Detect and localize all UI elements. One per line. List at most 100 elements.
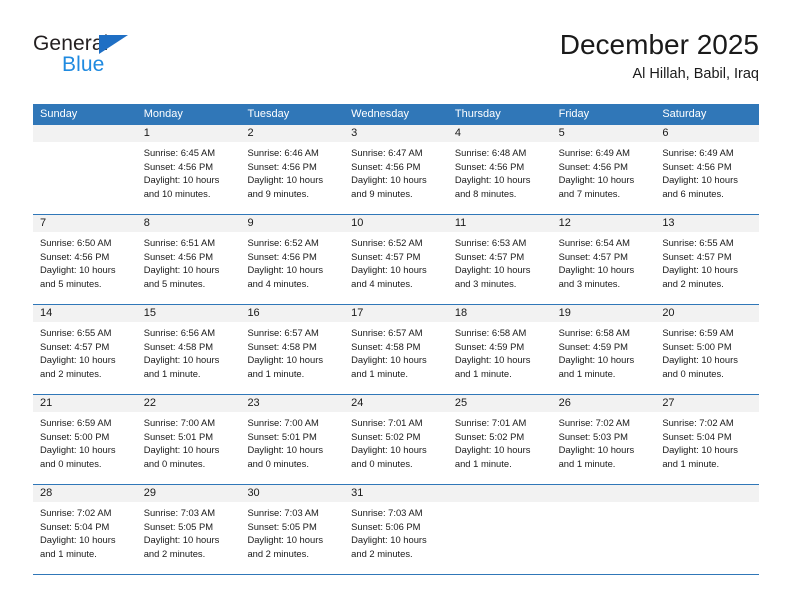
- sunrise-text: Sunrise: 6:50 AM: [40, 237, 112, 248]
- daylight-text-line2: and 1 minute.: [662, 457, 720, 469]
- week-row: 7 Sunrise: 6:50 AM Sunset: 4:56 PM Dayli…: [33, 215, 760, 305]
- daylight-text-line2: and 3 minutes.: [558, 277, 621, 289]
- day-cell[interactable]: 8 Sunrise: 6:51 AM Sunset: 4:56 PM Dayli…: [136, 215, 241, 304]
- daylight-text-line1: Daylight: 10 hours: [247, 534, 324, 546]
- day-cell[interactable]: 23 Sunrise: 7:00 AM Sunset: 5:01 PM Dayl…: [240, 395, 345, 484]
- daylight-text-line2: and 0 minutes.: [40, 457, 102, 469]
- day-cell[interactable]: 10 Sunrise: 6:52 AM Sunset: 4:57 PM Dayl…: [344, 215, 448, 304]
- day-number: 30: [240, 485, 345, 502]
- day-cell[interactable]: 18 Sunrise: 6:58 AM Sunset: 4:59 PM Dayl…: [447, 305, 552, 394]
- sunrise-text: Sunrise: 6:58 AM: [558, 327, 630, 338]
- daylight-text-line2: and 1 minute.: [558, 367, 616, 379]
- generalblue-logo[interactable]: General Blue: [33, 32, 233, 86]
- week-row: 14 Sunrise: 6:55 AM Sunset: 4:57 PM Dayl…: [33, 305, 760, 395]
- daylight-text-line1: Daylight: 10 hours: [558, 174, 635, 186]
- day-number: 1: [136, 125, 241, 142]
- sunset-text: Sunset: 4:56 PM: [143, 160, 214, 172]
- daylight-text-line2: and 1 minute.: [351, 367, 408, 379]
- sunrise-text: Sunrise: 6:59 AM: [662, 327, 734, 338]
- daylight-text-line2: and 1 minute.: [454, 367, 512, 379]
- day-number: 9: [240, 215, 345, 232]
- day-cell[interactable]: [447, 485, 552, 574]
- day-info: Sunrise: 6:55 AM Sunset: 4:57 PM Dayligh…: [655, 232, 759, 290]
- sunset-text: Sunset: 4:56 PM: [454, 160, 525, 172]
- week-row: 21 Sunrise: 6:59 AM Sunset: 5:00 PM Dayl…: [33, 395, 760, 485]
- page-subtitle-location: Al Hillah, Babil, Iraq: [632, 66, 759, 82]
- day-cell[interactable]: 17 Sunrise: 6:57 AM Sunset: 4:58 PM Dayl…: [344, 305, 448, 394]
- day-cell[interactable]: 31 Sunrise: 7:03 AM Sunset: 5:06 PM Dayl…: [344, 485, 448, 574]
- daylight-text-line1: Daylight: 10 hours: [143, 444, 220, 456]
- week-row: 1 Sunrise: 6:45 AM Sunset: 4:56 PM Dayli…: [33, 125, 760, 215]
- day-number: 3: [344, 125, 448, 142]
- day-cell[interactable]: 14 Sunrise: 6:55 AM Sunset: 4:57 PM Dayl…: [33, 305, 137, 394]
- day-cell[interactable]: 7 Sunrise: 6:50 AM Sunset: 4:56 PM Dayli…: [33, 215, 137, 304]
- sunset-text: Sunset: 5:01 PM: [247, 430, 317, 442]
- day-cell[interactable]: 11 Sunrise: 6:53 AM Sunset: 4:57 PM Dayl…: [447, 215, 552, 304]
- daylight-text-line2: and 2 minutes.: [351, 547, 413, 559]
- sunset-text: Sunset: 5:05 PM: [247, 520, 317, 532]
- day-cell[interactable]: 15 Sunrise: 6:56 AM Sunset: 4:58 PM Dayl…: [136, 305, 241, 394]
- day-cell[interactable]: 9 Sunrise: 6:52 AM Sunset: 4:56 PM Dayli…: [240, 215, 345, 304]
- sunset-text: Sunset: 4:58 PM: [143, 340, 214, 352]
- day-cell[interactable]: 22 Sunrise: 7:00 AM Sunset: 5:01 PM Dayl…: [136, 395, 241, 484]
- sunrise-text: Sunrise: 6:51 AM: [143, 237, 216, 248]
- day-cell[interactable]: 2 Sunrise: 6:46 AM Sunset: 4:56 PM Dayli…: [240, 125, 345, 214]
- day-cell[interactable]: 27 Sunrise: 7:02 AM Sunset: 5:04 PM Dayl…: [655, 395, 760, 484]
- day-cell[interactable]: 24 Sunrise: 7:01 AM Sunset: 5:02 PM Dayl…: [344, 395, 448, 484]
- sunset-text: Sunset: 5:04 PM: [662, 430, 732, 442]
- daylight-text-line2: and 1 minute.: [558, 457, 616, 469]
- day-number: 14: [33, 305, 137, 322]
- day-info: Sunrise: 6:46 AM Sunset: 4:56 PM Dayligh…: [240, 142, 344, 200]
- day-info: Sunrise: 6:57 AM Sunset: 4:58 PM Dayligh…: [240, 322, 344, 380]
- day-cell[interactable]: 4 Sunrise: 6:48 AM Sunset: 4:56 PM Dayli…: [447, 125, 552, 214]
- day-cell[interactable]: [655, 485, 760, 574]
- day-cell[interactable]: 12 Sunrise: 6:54 AM Sunset: 4:57 PM Dayl…: [551, 215, 656, 304]
- day-cell[interactable]: 3 Sunrise: 6:47 AM Sunset: 4:56 PM Dayli…: [344, 125, 448, 214]
- sunset-text: Sunset: 4:56 PM: [247, 160, 317, 172]
- day-number: [655, 485, 760, 502]
- day-number: 5: [551, 125, 656, 142]
- day-info: Sunrise: 6:45 AM Sunset: 4:56 PM Dayligh…: [137, 142, 241, 200]
- sunset-text: Sunset: 4:58 PM: [351, 340, 421, 352]
- sunrise-text: Sunrise: 7:00 AM: [247, 417, 319, 428]
- day-cell[interactable]: 30 Sunrise: 7:03 AM Sunset: 5:05 PM Dayl…: [240, 485, 345, 574]
- day-cell[interactable]: 19 Sunrise: 6:58 AM Sunset: 4:59 PM Dayl…: [551, 305, 656, 394]
- day-cell[interactable]: 13 Sunrise: 6:55 AM Sunset: 4:57 PM Dayl…: [655, 215, 760, 304]
- day-cell[interactable]: [551, 485, 656, 574]
- day-cell[interactable]: 1 Sunrise: 6:45 AM Sunset: 4:56 PM Dayli…: [136, 125, 241, 214]
- day-cell[interactable]: [33, 125, 137, 214]
- day-cell[interactable]: 5 Sunrise: 6:49 AM Sunset: 4:56 PM Dayli…: [551, 125, 656, 214]
- sunrise-text: Sunrise: 6:48 AM: [454, 147, 527, 158]
- day-info: Sunrise: 6:51 AM Sunset: 4:56 PM Dayligh…: [137, 232, 241, 290]
- day-number: 8: [136, 215, 241, 232]
- sunrise-text: Sunrise: 6:57 AM: [351, 327, 423, 338]
- daylight-text-line1: Daylight: 10 hours: [662, 444, 738, 456]
- day-info: Sunrise: 6:55 AM Sunset: 4:57 PM Dayligh…: [33, 322, 137, 380]
- day-cell[interactable]: 25 Sunrise: 7:01 AM Sunset: 5:02 PM Dayl…: [447, 395, 552, 484]
- day-info: Sunrise: 6:57 AM Sunset: 4:58 PM Dayligh…: [344, 322, 448, 380]
- daylight-text-line2: and 8 minutes.: [454, 187, 517, 199]
- day-cell[interactable]: 6 Sunrise: 6:49 AM Sunset: 4:56 PM Dayli…: [655, 125, 760, 214]
- day-cell[interactable]: 16 Sunrise: 6:57 AM Sunset: 4:58 PM Dayl…: [240, 305, 345, 394]
- daylight-text-line1: Daylight: 10 hours: [454, 264, 531, 276]
- day-number: 13: [655, 215, 760, 232]
- sunset-text: Sunset: 4:56 PM: [558, 160, 628, 172]
- day-cell[interactable]: 29 Sunrise: 7:03 AM Sunset: 5:05 PM Dayl…: [136, 485, 241, 574]
- daylight-text-line1: Daylight: 10 hours: [247, 174, 324, 186]
- sunrise-text: Sunrise: 6:49 AM: [662, 147, 734, 158]
- day-cell[interactable]: 20 Sunrise: 6:59 AM Sunset: 5:00 PM Dayl…: [655, 305, 760, 394]
- daylight-text-line1: Daylight: 10 hours: [662, 264, 738, 276]
- day-number: 23: [240, 395, 345, 412]
- day-cell[interactable]: 21 Sunrise: 6:59 AM Sunset: 5:00 PM Dayl…: [33, 395, 137, 484]
- day-number: 26: [551, 395, 656, 412]
- sunset-text: Sunset: 4:57 PM: [558, 250, 628, 262]
- sunrise-text: Sunrise: 7:02 AM: [40, 507, 112, 518]
- day-number: 10: [344, 215, 448, 232]
- sunrise-text: Sunrise: 6:55 AM: [662, 237, 734, 248]
- daylight-text-line1: Daylight: 10 hours: [40, 444, 116, 456]
- day-cell[interactable]: 28 Sunrise: 7:02 AM Sunset: 5:04 PM Dayl…: [33, 485, 137, 574]
- day-cell[interactable]: 26 Sunrise: 7:02 AM Sunset: 5:03 PM Dayl…: [551, 395, 656, 484]
- daylight-text-line1: Daylight: 10 hours: [40, 354, 116, 366]
- day-info: Sunrise: 7:02 AM Sunset: 5:04 PM Dayligh…: [33, 502, 137, 560]
- sunrise-text: Sunrise: 6:57 AM: [247, 327, 319, 338]
